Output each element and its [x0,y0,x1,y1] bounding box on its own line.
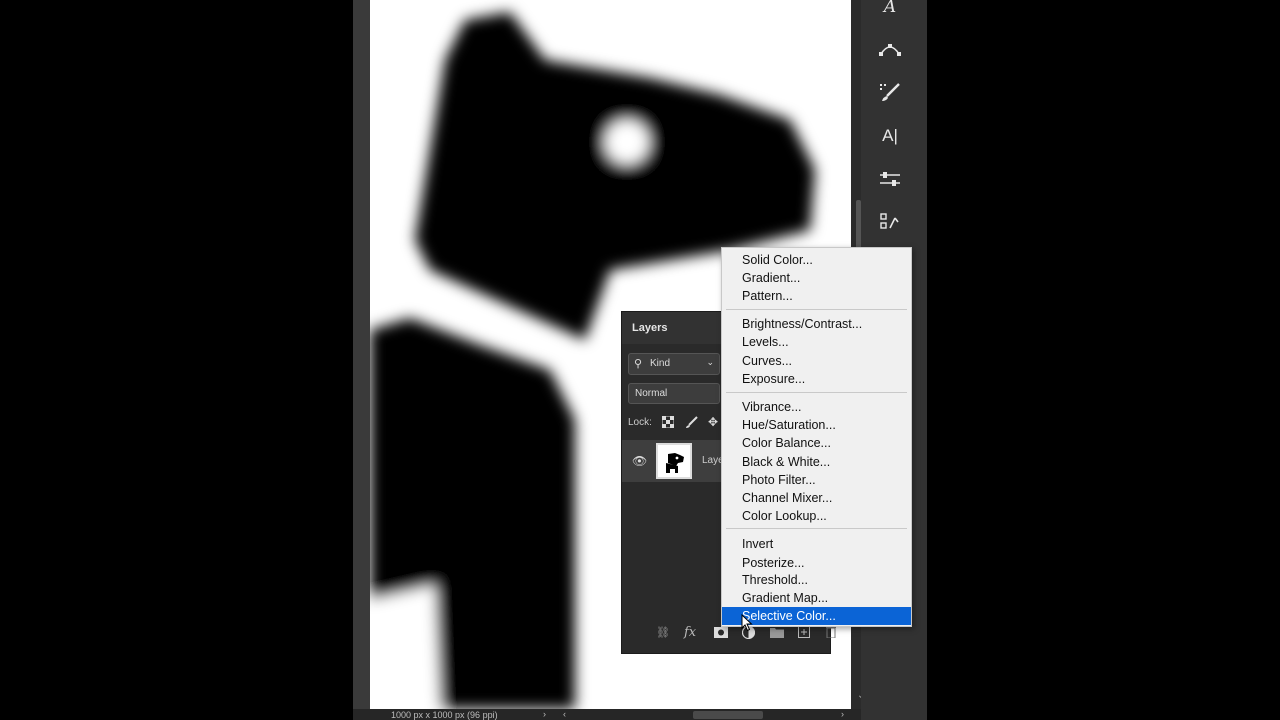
blend-mode-dropdown[interactable]: Normal [628,383,720,404]
layer-thumbnail [656,443,692,479]
menu-separator [726,528,907,529]
layer-filter-dropdown[interactable]: ⚲ Kind ⌄ [628,353,720,375]
menu-item-hue-saturation[interactable]: Hue/Saturation... [722,416,911,434]
lock-label: Lock: [628,417,652,428]
menu-item-pattern[interactable]: Pattern... [722,287,911,305]
search-icon: ⚲ [634,358,643,370]
menu-item-curves[interactable]: Curves... [722,352,911,370]
scroll-right-arrow-icon[interactable]: › [841,709,844,719]
adjust-sliders-icon[interactable] [876,165,904,193]
link-layers-icon[interactable]: ⛓ [656,624,670,640]
history-icon[interactable] [876,208,904,236]
menu-separator [726,309,907,310]
chevron-down-icon: ⌄ [706,357,714,367]
character-icon[interactable]: A| [876,122,904,150]
menu-item-photo-filter[interactable]: Photo Filter... [722,471,911,489]
lock-transparent-pixels-icon[interactable] [661,415,675,429]
type-path-icon[interactable]: A [876,0,904,21]
document-size-info[interactable]: 1000 px x 1000 px (96 ppi) [391,710,498,720]
menu-item-solid-color[interactable]: Solid Color... [722,251,911,269]
layer-filter-label: Kind [650,358,671,369]
layer-style-fx-icon[interactable]: fx [684,624,696,640]
adjustment-layer-menu: Solid Color... Gradient... Pattern... Br… [721,247,912,627]
menu-item-exposure[interactable]: Exposure... [722,370,911,388]
blend-mode-value: Normal [635,388,668,399]
menu-item-posterize[interactable]: Posterize... [722,554,911,572]
menu-item-threshold[interactable]: Threshold... [722,571,911,589]
layers-panel-tab[interactable]: Layers [632,322,667,334]
lock-position-icon[interactable]: ✥ [706,415,720,429]
pen-path-icon[interactable] [876,35,904,63]
menu-item-black-white[interactable]: Black & White... [722,453,911,471]
lock-image-pixels-icon[interactable] [684,415,698,429]
status-bar: 1000 px x 1000 px (96 ppi) › ‹ › [353,709,863,720]
menu-separator [726,392,907,393]
menu-item-vibrance[interactable]: Vibrance... [722,398,911,416]
menu-item-color-lookup[interactable]: Color Lookup... [722,507,911,525]
dog-eye-shape [605,120,649,164]
mouse-pointer-icon [741,614,753,632]
menu-item-levels[interactable]: Levels... [722,333,911,351]
menu-item-gradient[interactable]: Gradient... [722,269,911,287]
eye-visibility-icon[interactable]: 👁 [632,454,647,468]
brush-settings-icon[interactable] [876,78,904,106]
menu-item-color-balance[interactable]: Color Balance... [722,434,911,452]
menu-item-gradient-map[interactable]: Gradient Map... [722,589,911,607]
menu-item-brightness-contrast[interactable]: Brightness/Contrast... [722,315,911,333]
dog-leg-gap-shape [370,585,440,709]
scroll-left-arrow-icon[interactable]: ‹ [563,709,566,719]
status-menu-arrow-icon[interactable]: › [543,709,546,719]
menu-item-channel-mixer[interactable]: Channel Mixer... [722,489,911,507]
horizontal-scrollbar-thumb[interactable] [693,711,763,719]
menu-item-invert[interactable]: Invert [722,535,911,553]
